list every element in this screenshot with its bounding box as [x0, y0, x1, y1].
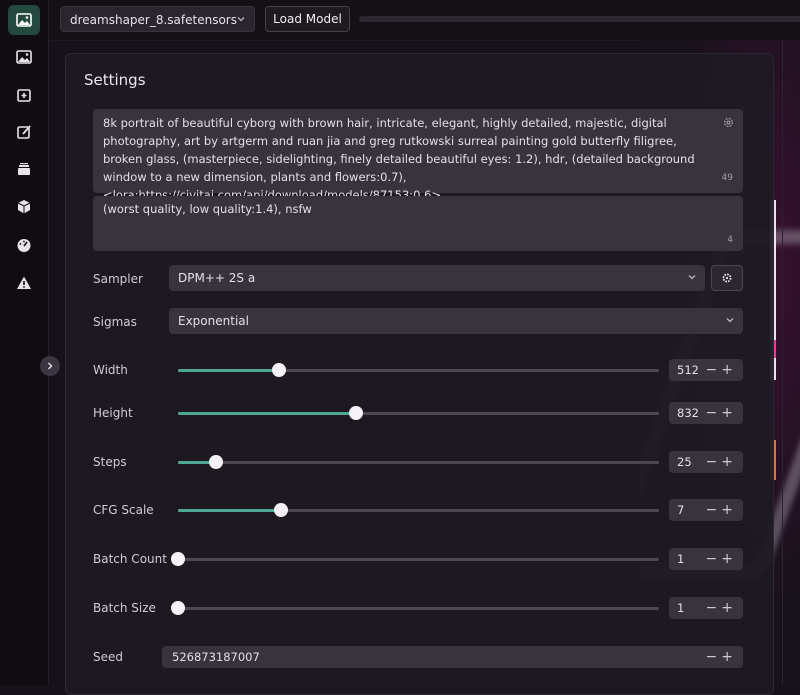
prompt-text: 8k portrait of beautiful cyborg with bro…	[103, 116, 695, 202]
slider-label: CFG Scale	[93, 503, 154, 517]
cfg-scale-input[interactable]: 7 −+	[669, 499, 743, 521]
model-select[interactable]: dreamshaper_8.safetensors	[60, 6, 255, 32]
progress-bar	[359, 16, 800, 22]
width-slider[interactable]	[178, 363, 659, 377]
negative-token-count: 4	[727, 235, 733, 245]
prompt-textarea[interactable]: 8k portrait of beautiful cyborg with bro…	[93, 109, 743, 202]
stepper-buttons[interactable]: −+	[706, 548, 737, 570]
height-slider[interactable]	[178, 406, 659, 420]
edit-image-icon[interactable]	[8, 117, 40, 147]
slider-thumb[interactable]	[274, 503, 289, 517]
gear-icon[interactable]	[722, 116, 735, 134]
model-select-value: dreamshaper_8.safetensors	[70, 13, 237, 27]
chevron-down-icon	[236, 7, 246, 33]
slider-thumb[interactable]	[272, 363, 286, 377]
slider-label: Height	[93, 406, 133, 420]
cube-icon[interactable]	[8, 192, 40, 222]
width-value: 512	[677, 363, 699, 377]
slider-thumb[interactable]	[209, 455, 224, 469]
batch-count-input[interactable]: 1 −+	[669, 548, 743, 570]
slider-label: Batch Count	[93, 552, 167, 566]
image-icon[interactable]	[8, 5, 40, 35]
sigmas-label: Sigmas	[93, 315, 137, 329]
dashboard-icon[interactable]	[8, 230, 40, 260]
sigmas-value: Exponential	[178, 314, 249, 328]
batch-size-input[interactable]: 1 −+	[669, 597, 743, 619]
steps-value: 25	[677, 455, 692, 469]
prompt-token-count: 49	[721, 173, 733, 183]
batch-size-slider[interactable]	[171, 601, 659, 615]
slider-label: Width	[93, 363, 128, 377]
stepper-buttons[interactable]: −+	[706, 402, 737, 424]
slider-thumb[interactable]	[171, 601, 185, 615]
load-model-button[interactable]: Load Model	[265, 6, 350, 32]
add-image-icon[interactable]	[8, 80, 40, 110]
negative-prompt-textarea[interactable]: (worst quality, low quality:1.4), nsfw 4	[93, 196, 743, 251]
negative-prompt-text: (worst quality, low quality:1.4), nsfw	[103, 202, 312, 216]
top-bar: dreamshaper_8.safetensors Load Model	[49, 0, 800, 41]
sigmas-select[interactable]: Exponential	[169, 308, 743, 334]
left-rail	[0, 0, 49, 685]
stepper-buttons[interactable]: −+	[706, 597, 737, 619]
batch-count-value: 1	[677, 552, 685, 566]
seed-input[interactable]: 526873187007 −+	[162, 646, 743, 668]
sampler-value: DPM++ 2S a	[178, 271, 256, 285]
layers-icon[interactable]	[8, 154, 40, 184]
height-input[interactable]: 832 −+	[669, 402, 743, 424]
expand-sidebar-button[interactable]	[40, 356, 60, 376]
stepper-buttons[interactable]: −+	[706, 499, 737, 521]
settings-panel: Settings 8k portrait of beautiful cyborg…	[65, 53, 774, 695]
cfg-scale-slider[interactable]	[178, 503, 659, 517]
batch-size-value: 1	[677, 601, 685, 615]
sampler-settings-button[interactable]	[711, 265, 743, 291]
sampler-select[interactable]: DPM++ 2S a	[169, 265, 705, 291]
batch-count-slider[interactable]	[171, 552, 659, 566]
stepper-buttons[interactable]: −+	[706, 451, 737, 473]
warning-icon[interactable]	[8, 268, 40, 298]
sampler-label: Sampler	[93, 272, 143, 286]
gear-icon	[722, 273, 732, 283]
chevron-down-icon	[687, 265, 697, 291]
seed-label: Seed	[93, 650, 123, 664]
slider-thumb[interactable]	[348, 406, 363, 420]
chevron-right-icon	[48, 362, 53, 370]
slider-label: Steps	[93, 455, 127, 469]
height-value: 832	[677, 406, 699, 420]
cfg-scale-value: 7	[677, 503, 685, 517]
slider-thumb[interactable]	[171, 552, 185, 566]
slider-label: Batch Size	[93, 601, 156, 615]
stepper-buttons[interactable]: −+	[706, 359, 737, 381]
chevron-down-icon	[725, 308, 735, 334]
steps-input[interactable]: 25 −+	[669, 451, 743, 473]
stepper-buttons[interactable]: −+	[706, 646, 737, 668]
width-input[interactable]: 512 −+	[669, 359, 743, 381]
steps-slider[interactable]	[178, 455, 659, 469]
page-title: Settings	[84, 71, 146, 89]
seed-value: 526873187007	[172, 650, 260, 664]
gallery-icon[interactable]	[8, 42, 40, 72]
